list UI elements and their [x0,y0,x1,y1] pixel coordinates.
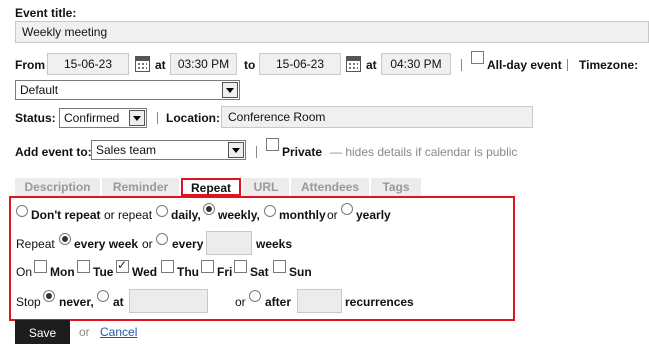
day-mon-label: Mon [50,265,75,279]
location-label: Location: [166,111,220,125]
day-tue-checkbox[interactable] [77,260,90,273]
save-button[interactable]: Save [15,320,70,344]
weekly-label: weekly, [218,208,260,222]
chevron-down-icon [228,142,244,158]
day-sun-label: Sun [289,265,312,279]
timezone-value: Default [20,83,59,97]
stop-never-radio[interactable] [43,290,55,302]
day-thu-label: Thu [177,265,199,279]
event-title-input[interactable]: Weekly meeting [15,21,649,43]
day-mon-checkbox[interactable] [34,260,47,273]
status-label: Status: [15,111,56,125]
day-sat-label: Sat [250,265,269,279]
stop-label: Stop [16,295,41,309]
repeat-label: Repeat [16,237,55,251]
every-label: every [172,237,204,251]
private-hint: — hides details if calendar is public [330,145,518,159]
to-date-input[interactable]: 15-06-23 [259,53,341,75]
weeks-interval-input[interactable] [206,231,252,255]
divider [567,59,568,71]
status-select[interactable]: Confirmed [59,108,147,128]
tab-repeat[interactable]: Repeat [181,178,241,196]
timezone-select[interactable]: Default [15,80,240,100]
daily-label: daily, [171,208,201,222]
at-label: at [113,295,124,309]
yearly-radio[interactable] [341,203,353,215]
chevron-down-icon [129,110,145,126]
status-value: Confirmed [64,111,120,125]
day-sun-checkbox[interactable] [273,260,286,273]
private-label: Private [282,145,323,159]
day-sat-checkbox[interactable] [234,260,247,273]
never-label: never, [59,295,94,309]
dont-repeat-label: Don't repeat [31,208,101,222]
stop-at-radio[interactable] [97,290,109,302]
day-tue-label: Tue [93,265,114,279]
event-title-label: Event title: [15,6,77,20]
day-wed-checkbox[interactable] [116,258,129,273]
every-week-label: every week [74,237,139,251]
private-checkbox[interactable] [266,138,279,151]
or-text: or [327,208,338,222]
to-time-input[interactable]: 04:30 PM [381,53,451,75]
monthly-radio[interactable] [264,205,276,217]
recurrences-label: recurrences [345,295,414,309]
all-day-checkbox[interactable] [471,51,484,64]
every-week-radio[interactable] [59,233,71,245]
to-label: to [244,58,256,72]
divider [157,112,158,124]
tab-tags[interactable]: Tags [371,178,421,196]
from-label: From [15,58,45,72]
stop-date-input[interactable] [129,289,208,313]
timezone-label: Timezone: [579,58,639,72]
or-text: or [235,295,246,309]
daily-radio[interactable] [156,205,168,217]
recurrences-input[interactable] [297,289,342,313]
monthly-label: monthly [279,208,326,222]
yearly-label: yearly [356,208,391,222]
tab-description[interactable]: Description [15,178,100,196]
to-at-label: at [366,58,377,72]
divider [461,59,462,71]
all-day-label: All-day event [487,58,562,72]
divider [256,146,257,158]
dont-repeat-radio[interactable] [16,205,28,217]
tab-reminder[interactable]: Reminder [102,178,179,196]
from-at-label: at [155,58,166,72]
tab-attendees[interactable]: Attendees [291,178,369,196]
or-text: or [142,237,153,251]
to-calendar-icon[interactable] [346,56,361,72]
add-event-to-select[interactable]: Sales team [91,140,246,160]
weeks-label: weeks [256,237,293,251]
from-time-input[interactable]: 03:30 PM [170,53,237,75]
on-label: On [16,265,33,279]
tab-url[interactable]: URL [243,178,289,196]
or-text: or [79,325,90,339]
from-calendar-icon[interactable] [135,56,150,72]
every-n-weeks-radio[interactable] [156,233,168,245]
day-fri-checkbox[interactable] [201,260,214,273]
stop-after-radio[interactable] [249,290,261,302]
after-label: after [265,295,292,309]
add-event-to-label: Add event to: [15,145,92,159]
day-wed-label: Wed [132,265,158,279]
day-fri-label: Fri [217,265,233,279]
chevron-down-icon [222,82,238,98]
location-input[interactable]: Conference Room [221,106,533,128]
day-thu-checkbox[interactable] [161,260,174,273]
add-event-to-value: Sales team [96,143,157,157]
or-repeat-text: or repeat [104,208,153,222]
weekly-radio[interactable] [203,203,215,215]
cancel-link[interactable]: Cancel [100,325,137,339]
from-date-input[interactable]: 15-06-23 [47,53,129,75]
